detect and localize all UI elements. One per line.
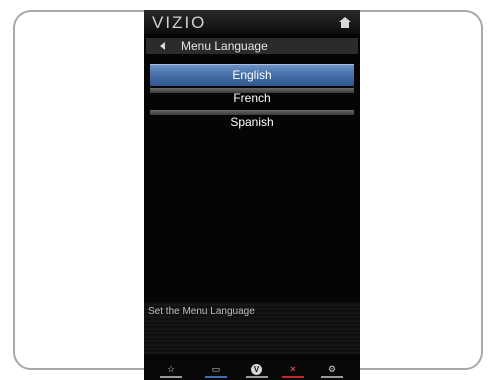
vizio-button[interactable]: V bbox=[246, 364, 268, 378]
exit-button[interactable]: × bbox=[282, 364, 304, 378]
menu-title-bar: Menu Language bbox=[146, 38, 358, 54]
color-bar bbox=[321, 376, 343, 378]
color-bar bbox=[246, 376, 268, 378]
vizio-logo: VIZIO bbox=[152, 13, 207, 32]
option-french[interactable]: French bbox=[150, 90, 354, 107]
menu-title: Menu Language bbox=[181, 39, 268, 53]
option-english[interactable]: English bbox=[150, 64, 354, 86]
home-icon[interactable] bbox=[339, 17, 351, 28]
color-bar bbox=[160, 376, 182, 378]
star-button[interactable]: ☆ bbox=[160, 364, 182, 378]
color-bar bbox=[205, 376, 227, 378]
option-spanish[interactable]: Spanish bbox=[150, 114, 354, 131]
left-arrow-icon[interactable] bbox=[160, 42, 165, 50]
tv-screen: VIZIO Menu Language English French Spani… bbox=[144, 10, 360, 380]
star-icon: ☆ bbox=[166, 364, 176, 374]
header-bar: VIZIO bbox=[144, 10, 360, 34]
description-text: Set the Menu Language bbox=[148, 306, 255, 317]
close-icon: × bbox=[290, 364, 296, 374]
widget-button[interactable]: ▭ bbox=[205, 364, 227, 378]
settings-button[interactable]: ⚙ bbox=[321, 364, 343, 378]
bottom-button-bar: ☆ ▭ V × ⚙ bbox=[144, 360, 360, 380]
color-bar bbox=[282, 376, 304, 378]
widget-icon: ▭ bbox=[211, 364, 221, 374]
gear-icon: ⚙ bbox=[327, 364, 337, 374]
vizio-v-icon: V bbox=[251, 364, 262, 375]
